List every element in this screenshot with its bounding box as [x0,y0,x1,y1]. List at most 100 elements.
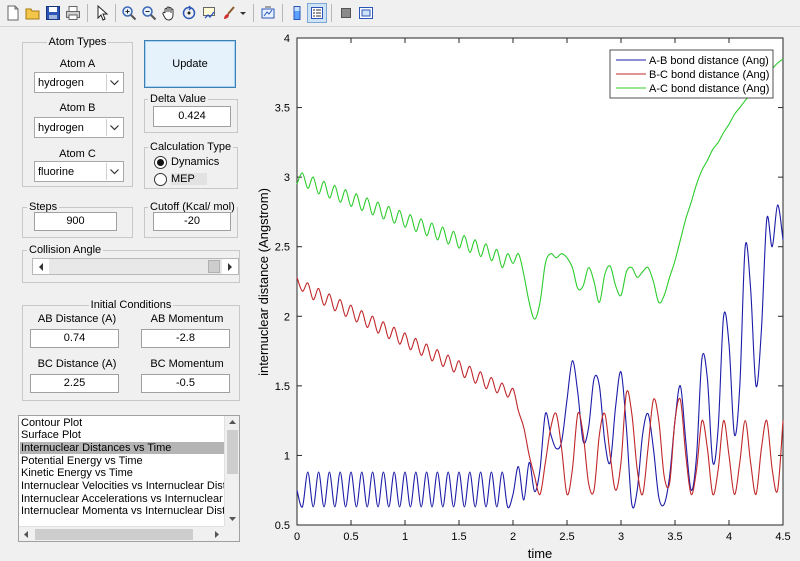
list-item[interactable]: Internuclear Accelerations vs Internucle… [20,493,226,505]
print-icon[interactable] [63,3,83,23]
y-tick-label: 4 [284,33,290,45]
pointer-icon[interactable] [92,3,112,23]
atom-a-label: Atom A [59,58,96,70]
radio-dynamics-button[interactable] [154,155,167,169]
slider-track[interactable] [49,259,222,274]
bc-distance-label: BC Distance (A) [37,358,117,370]
y-tick-label: 3 [284,172,290,184]
figure-toolbar [0,0,800,27]
rotate-3d-icon[interactable] [179,3,199,23]
list-item[interactable]: Internuclear Momenta vs Internuclear Dis… [20,505,226,517]
delta-value-title: Delta Value [148,93,209,105]
legend-entry-ab: A-B bond distance (Ang) [649,55,769,67]
distance-time-chart[interactable]: 0 0.5 1 1.5 2 2.5 3 3.5 4 4.5 0.5 1 1.5 2 2.5 3 3.5 4 tim… [250,27,800,561]
x-tick-label: 2 [510,531,516,543]
collision-angle-slider[interactable] [32,258,239,275]
pan-hand-icon[interactable] [159,3,179,23]
open-folder-icon[interactable] [23,3,43,23]
delta-value-group: Delta Value 0.424 [144,93,238,133]
collision-angle-group: Collision Angle [22,244,240,283]
bc-momentum-input[interactable]: -0.5 [141,374,230,393]
colorbar-icon[interactable] [287,3,307,23]
y-tick-label: 0.5 [275,520,290,532]
legend-icon[interactable] [307,3,327,23]
x-tick-label: 0.5 [343,531,358,543]
atom-types-title: Atom Types [46,36,109,48]
plot-type-listbox[interactable]: Contour Plot Surface Plot Internuclear D… [18,415,240,542]
y-axis-label: internuclear distance (Angstrom) [256,188,271,376]
list-item[interactable]: Internuclear Distances vs Time [20,442,226,454]
chart-legend: A-B bond distance (Ang) B-C bond distanc… [609,49,774,99]
legend-entry-bc: B-C bond distance (Ang) [649,69,769,81]
zoom-in-icon[interactable] [119,3,139,23]
atom-c-label: Atom C [59,148,96,160]
ab-distance-input[interactable]: 0.74 [30,329,119,348]
update-button[interactable]: Update [144,40,236,88]
y-tick-label: 3.5 [275,103,290,115]
radio-mep-button[interactable] [154,172,167,186]
bc-distance-input[interactable]: 2.25 [30,374,119,393]
list-item[interactable]: Potential Energy vs Time [20,455,226,467]
x-tick-label: 4 [726,531,732,543]
steps-input[interactable]: 900 [34,212,117,231]
slider-left-arrow-icon[interactable] [33,259,49,274]
legend-entry-ac: A-C bond distance (Ang) [649,83,769,95]
atom-b-select[interactable]: hydrogen [34,117,124,138]
hide-plot-tools-icon[interactable] [336,3,356,23]
slider-thumb[interactable] [208,260,220,273]
link-plot-icon[interactable] [258,3,278,23]
cutoff-input[interactable]: -20 [153,212,231,231]
new-file-icon[interactable] [3,3,23,23]
x-tick-label: 2.5 [559,531,574,543]
brush-icon[interactable] [219,3,239,23]
list-item[interactable]: Internuclear Velocities vs Internuclear … [20,480,226,492]
zoom-out-icon[interactable] [139,3,159,23]
steps-group: Steps 900 [22,201,133,238]
list-item[interactable]: Surface Plot [20,429,226,441]
radio-mep[interactable]: MEP [154,172,207,186]
show-plot-tools-icon[interactable] [356,3,376,23]
y-tick-label: 2.5 [275,242,290,254]
chevron-down-icon[interactable] [106,119,122,136]
plot-axes-box [296,37,784,526]
radio-mep-label: MEP [171,173,207,185]
chevron-down-icon[interactable] [106,74,122,91]
ab-momentum-input[interactable]: -2.8 [141,329,230,348]
slider-right-arrow-icon[interactable] [222,259,238,274]
y-tick-label: 2 [284,311,290,323]
cutoff-group: Cutoff (Kcal/ mol) -20 [144,201,238,238]
radio-dynamics[interactable]: Dynamics [154,155,219,169]
list-horizontal-scrollbar[interactable] [19,526,224,541]
list-item[interactable]: Contour Plot [20,417,226,429]
calculation-type-title: Calculation Type [148,141,234,153]
atom-b-value: hydrogen [38,121,84,134]
initial-conditions-group: Initial Conditions AB Distance (A) AB Mo… [22,299,240,401]
ab-distance-label: AB Distance (A) [37,313,117,325]
x-tick-label: 3.5 [667,531,682,543]
collision-angle-title: Collision Angle [27,244,104,256]
atom-a-value: hydrogen [38,76,84,89]
atom-c-select[interactable]: fluorine [34,161,124,182]
bc-momentum-label: BC Momentum [150,358,224,370]
delta-value-input[interactable]: 0.424 [153,106,231,127]
x-tick-label: 3 [618,531,624,543]
brush-dropdown-icon[interactable] [238,3,248,23]
ab-momentum-label: AB Momentum [150,313,224,325]
save-icon[interactable] [43,3,63,23]
calculation-type-group: Calculation Type Dynamics MEP [144,141,238,189]
atom-c-value: fluorine [38,165,75,178]
list-vertical-scrollbar[interactable] [224,416,239,526]
atom-types-group: Atom Types Atom A hydrogen Atom B hydrog… [22,36,133,187]
data-cursor-icon[interactable] [199,3,219,23]
radio-dynamics-label: Dynamics [171,156,220,168]
x-axis-label: time [528,546,553,561]
atom-a-select[interactable]: hydrogen [34,72,124,93]
x-tick-label: 1.5 [451,531,466,543]
chevron-down-icon[interactable] [106,163,122,180]
y-tick-label: 1.5 [275,381,290,393]
y-tick-label: 1 [284,450,290,462]
atom-b-label: Atom B [59,102,96,114]
x-tick-label: 0 [294,531,300,543]
x-tick-label: 1 [402,531,408,543]
list-item[interactable]: Kinetic Energy vs Time [20,467,226,479]
